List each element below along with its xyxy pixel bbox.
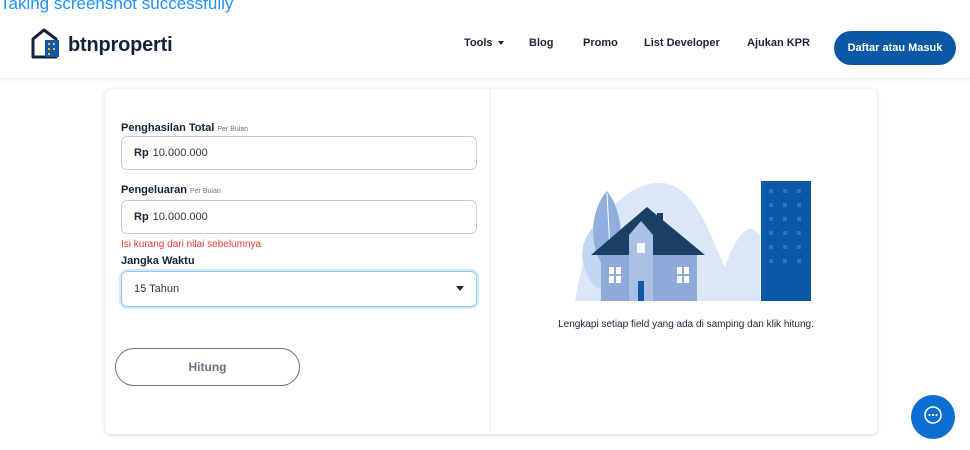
- expense-label: Pengeluaran Per Bulan: [121, 184, 221, 196]
- house-illustration: [575, 177, 815, 308]
- house-logo-icon: [30, 27, 64, 64]
- nav-blog[interactable]: Blog: [529, 37, 553, 49]
- brand-name: btnproperti: [68, 34, 173, 56]
- chat-bubble-icon: [922, 404, 944, 431]
- nav-tools[interactable]: Tools: [464, 37, 504, 49]
- income-currency: Rp: [134, 147, 149, 159]
- expense-error-message: Isi kurang dari nilai sebelumnya: [121, 239, 262, 250]
- term-select[interactable]: 15 Tahun: [121, 271, 477, 307]
- calculate-button[interactable]: Hitung: [115, 348, 300, 386]
- login-register-button[interactable]: Daftar atau Masuk: [834, 31, 956, 65]
- nav-ajukan-kpr[interactable]: Ajukan KPR: [747, 37, 810, 49]
- chevron-down-icon: [497, 41, 504, 46]
- chat-button[interactable]: [911, 395, 955, 439]
- income-input[interactable]: Rp 10.000.000: [121, 136, 477, 170]
- nav-list-developer[interactable]: List Developer: [644, 37, 720, 49]
- expense-value: 10.000.000: [152, 211, 208, 223]
- expense-currency: Rp: [134, 211, 149, 223]
- income-label: Penghasilan Total Per Bulan: [121, 122, 249, 134]
- term-selected-value: 15 Tahun: [134, 283, 180, 295]
- kpr-calculator-card: Penghasilan Total Per Bulan Rp 10.000.000…: [105, 89, 877, 434]
- screenshot-status-banner: Taking screenshot successfully: [0, 0, 234, 13]
- income-value: 10.000.000: [152, 147, 208, 159]
- result-hint-text: Lengkapi setiap field yang ada di sampin…: [558, 319, 814, 330]
- chevron-down-icon: [456, 286, 464, 291]
- card-divider: [490, 89, 491, 434]
- brand-logo[interactable]: btnproperti: [30, 27, 173, 64]
- nav-promo[interactable]: Promo: [583, 37, 618, 49]
- expense-input[interactable]: Rp 10.000.000: [121, 200, 477, 234]
- top-navbar: btnproperti Tools Blog Promo List Develo…: [0, 18, 970, 79]
- term-label: Jangka Waktu: [121, 255, 195, 267]
